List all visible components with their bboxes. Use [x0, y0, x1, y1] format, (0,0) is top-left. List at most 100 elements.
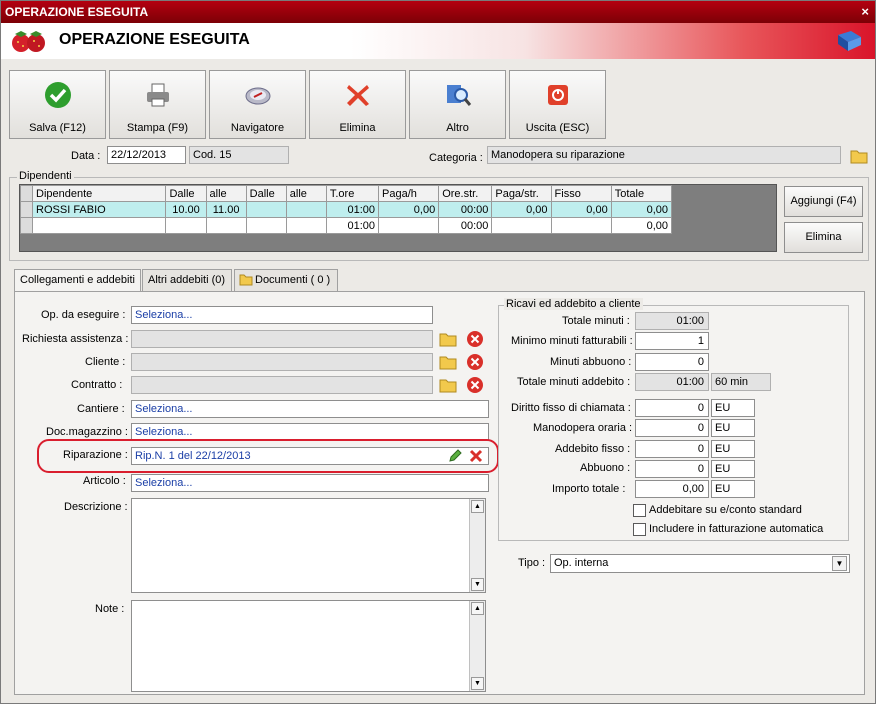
tab-links-charges[interactable]: Collegamenti e addebiti [14, 269, 141, 292]
delete-button[interactable]: Elimina [309, 70, 406, 139]
col-header[interactable]: Paga/str. [491, 185, 552, 202]
cell: 01:00 [325, 201, 380, 218]
scroll-down-icon[interactable]: ▼ [471, 578, 484, 591]
remove-x-icon[interactable] [468, 448, 484, 464]
contract-field[interactable] [131, 376, 433, 394]
title-bar: OPERAZIONE ESEGUITA × [1, 1, 875, 23]
clear-icon[interactable] [466, 353, 484, 371]
cell: 0,00 [378, 201, 440, 218]
total-amount-field: 0,00 [635, 480, 709, 498]
print-label: Stampa (F9) [126, 122, 189, 134]
cell [285, 201, 327, 218]
col-header[interactable]: T.ore [325, 185, 380, 202]
min-billable-field[interactable]: 1 [635, 332, 709, 350]
total-minutes-label: Totale minuti : [562, 315, 630, 327]
type-select[interactable]: Op. interna [550, 554, 850, 573]
cell [378, 217, 440, 234]
contract-label: Contratto : [71, 379, 123, 391]
article-label: Articolo : [83, 475, 126, 487]
code-field: Cod. 15 [189, 146, 289, 164]
revenue-group-title: Ricavi ed addebito a cliente [504, 298, 643, 310]
delete-label: Elimina [339, 122, 376, 134]
table-total-row: 01:00 00:00 0,00 [19, 217, 673, 234]
op-field[interactable]: Seleziona... [131, 306, 433, 324]
col-header[interactable]: Totale [610, 185, 673, 202]
category-field[interactable]: Manodopera su riparazione [487, 146, 841, 164]
repair-label: Riparazione : [63, 449, 128, 461]
request-field[interactable] [131, 330, 433, 348]
col-header[interactable]: alle [285, 185, 327, 202]
col-header[interactable]: Ore.str. [438, 185, 493, 202]
col-header[interactable]: Fisso [550, 185, 612, 202]
window-title: OPERAZIONE ESEGUITA [5, 5, 149, 19]
folder-icon[interactable] [439, 376, 457, 394]
fixed-charge-label: Addebito fisso : [555, 443, 631, 455]
client-field[interactable] [131, 353, 433, 371]
col-header[interactable]: Paga/h [378, 185, 440, 202]
delete-x-icon [347, 85, 369, 106]
chevron-down-icon[interactable]: ▼ [832, 556, 847, 571]
tab-other-charges[interactable]: Altri addebiti (0) [142, 269, 232, 291]
charge-standard-label: Addebitare su e/conto standard [649, 504, 802, 516]
exit-button[interactable]: Uscita (ESC) [509, 70, 606, 139]
fixed-charge-field[interactable]: 0 [635, 440, 709, 458]
delete-employee-button[interactable]: Elimina [784, 222, 863, 253]
repair-field[interactable]: Rip.N. 1 del 22/12/2013 [131, 447, 489, 465]
edit-pencil-icon[interactable] [447, 448, 463, 464]
clear-icon[interactable] [466, 376, 484, 394]
col-header[interactable]: Dalle [165, 185, 207, 202]
cell [165, 217, 207, 234]
auto-invoice-label: Includere in fatturazione automatica [649, 523, 824, 535]
navigator-button[interactable]: Navigatore [209, 70, 306, 139]
exit-icon [548, 85, 568, 105]
cell [285, 217, 327, 234]
hourly-labor-field[interactable]: 0 [635, 419, 709, 437]
scroll-down-icon[interactable]: ▼ [471, 677, 484, 690]
page-title: OPERAZIONE ESEGUITA [59, 31, 250, 48]
currency-field: EU [711, 399, 755, 417]
type-select-value: Op. interna [554, 557, 609, 569]
description-scrollbar[interactable]: ▲ ▼ [469, 499, 485, 592]
close-icon[interactable]: × [861, 1, 869, 23]
cell: 0,00 [610, 201, 673, 218]
category-label: Categoria : [429, 152, 483, 164]
min-billable-label: Minimo minuti fatturabili : [511, 335, 633, 347]
date-field[interactable]: 22/12/2013 [107, 146, 186, 164]
notes-textarea[interactable] [131, 600, 486, 692]
col-header[interactable]: Dalle [245, 185, 287, 202]
save-button[interactable]: Salva (F12) [9, 70, 106, 139]
notes-scrollbar[interactable]: ▲ ▼ [469, 601, 485, 691]
site-field[interactable]: Seleziona... [131, 400, 489, 418]
discount-minutes-label: Minuti abbuono : [550, 356, 632, 368]
table-row[interactable]: ROSSI FABIO 10.00 11.00 01:00 0,00 00:00… [19, 201, 673, 218]
folder-icon[interactable] [439, 353, 457, 371]
folder-icon[interactable] [850, 147, 868, 165]
header-banner: OPERAZIONE ESEGUITA [1, 23, 875, 59]
print-button[interactable]: Stampa (F9) [109, 70, 206, 139]
add-employee-button[interactable]: Aggiungi (F4) [784, 186, 863, 217]
folder-icon[interactable] [439, 330, 457, 348]
exit-label: Uscita (ESC) [525, 122, 590, 134]
auto-invoice-checkbox[interactable] [633, 523, 646, 536]
compass-icon [245, 87, 271, 105]
article-field[interactable]: Seleziona... [131, 474, 489, 492]
op-label: Op. da eseguire : [41, 309, 126, 321]
discount-minutes-field[interactable]: 0 [635, 353, 709, 371]
description-textarea[interactable] [131, 498, 486, 593]
other-button[interactable]: Altro [409, 70, 506, 139]
hourly-labor-label: Manodopera oraria : [533, 422, 633, 434]
date-label: Data : [71, 150, 101, 162]
scroll-up-icon[interactable]: ▲ [471, 602, 484, 615]
scroll-up-icon[interactable]: ▲ [471, 500, 484, 513]
discount-field[interactable]: 0 [635, 460, 709, 478]
site-label: Cantiere : [77, 403, 125, 415]
total-minutes-field: 01:00 [635, 312, 709, 330]
client-label: Cliente : [85, 356, 126, 368]
col-header[interactable]: alle [205, 185, 247, 202]
notes-label: Note : [95, 603, 125, 615]
call-fee-field[interactable]: 0 [635, 399, 709, 417]
charge-standard-checkbox[interactable] [633, 504, 646, 517]
help-book-icon[interactable] [835, 29, 863, 53]
col-header[interactable]: Dipendente [32, 185, 167, 202]
clear-icon[interactable] [466, 330, 484, 348]
